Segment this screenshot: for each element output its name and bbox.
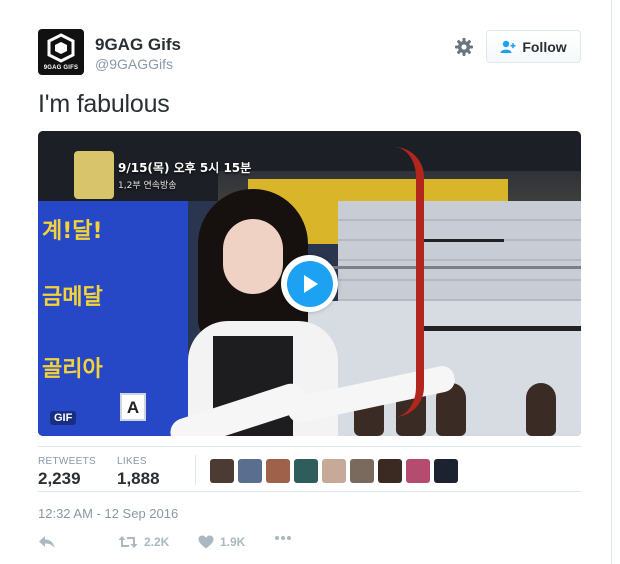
more-button[interactable] (274, 535, 292, 541)
retweets-count[interactable]: 2,239 (38, 469, 81, 489)
liker-avatar[interactable] (238, 459, 262, 483)
liker-avatar[interactable] (266, 459, 290, 483)
bow (394, 147, 424, 417)
liker-avatar[interactable] (322, 459, 346, 483)
tweet-timestamp[interactable]: 12:32 AM - 12 Sep 2016 (38, 506, 178, 521)
banner-text-1: 계!달! (42, 219, 103, 244)
retweet-count: 2.2K (144, 535, 170, 549)
account-name[interactable]: 9GAG Gifs (95, 35, 181, 55)
retweets-label: RETWEETS (38, 456, 96, 467)
follow-button[interactable]: Follow (486, 30, 581, 63)
reply-icon (39, 536, 55, 548)
more-icon (275, 536, 291, 540)
arrow (298, 266, 581, 269)
tweet-text: I'm fabulous (38, 90, 170, 118)
retweet-button[interactable]: 2.2K (118, 535, 169, 549)
gear-icon[interactable] (454, 37, 474, 57)
spectator-head (526, 383, 556, 436)
gif-badge: GIF (50, 411, 77, 425)
tweet-card: 9GAG GIFS 9GAG Gifs @9GAGGifs Follow I'm… (0, 0, 612, 564)
reply-button[interactable] (38, 535, 56, 549)
follow-button-label: Follow (522, 38, 567, 55)
retweet-icon (118, 536, 138, 548)
liker-avatar[interactable] (210, 459, 234, 483)
account-handle[interactable]: @9GAGGifs (95, 56, 173, 72)
likes-count[interactable]: 1,888 (117, 469, 160, 489)
broadcast-promo-text: 9/15(목) 오후 5시 15분 (118, 161, 252, 175)
liker-avatars (210, 459, 458, 483)
liker-avatar[interactable] (406, 459, 430, 483)
bow-stabilizer (418, 326, 581, 331)
media-banner: 계!달! 금메달 골리아 (38, 201, 188, 436)
liker-avatar[interactable] (378, 459, 402, 483)
liker-avatar[interactable] (434, 459, 458, 483)
sign-letter-a: A (120, 393, 146, 421)
likes-label: LIKES (117, 456, 147, 467)
archer-face (223, 219, 283, 294)
tweet-actions: 2.2K 1.9K (38, 531, 338, 557)
play-button[interactable] (281, 255, 338, 312)
like-button[interactable]: 1.9K (198, 535, 245, 549)
play-button-inner (286, 260, 333, 307)
stats-divider (195, 455, 196, 485)
bow-stabilizer (424, 239, 504, 242)
heart-icon (198, 535, 214, 549)
play-icon (303, 274, 318, 293)
banner-text-3: 골리아 (42, 357, 103, 382)
avatar-logo-text: 9GAG GIFS (43, 65, 79, 71)
broadcast-promo-subtext: 1,2부 연속방송 (118, 181, 177, 191)
tweet-stats: RETWEETS 2,239 LIKES 1,888 (38, 446, 581, 492)
avatar[interactable]: 9GAG GIFS (38, 29, 84, 75)
broadcast-logo (74, 151, 114, 199)
liker-avatar[interactable] (350, 459, 374, 483)
liker-avatar[interactable] (294, 459, 318, 483)
like-count: 1.9K (220, 535, 246, 549)
add-user-icon (500, 40, 516, 53)
tweet-media-gif[interactable]: 계!달! 금메달 골리아 9/15(목) 오후 5시 15분 1,2부 연속방송… (38, 131, 581, 436)
banner-text-2: 금메달 (42, 285, 103, 310)
